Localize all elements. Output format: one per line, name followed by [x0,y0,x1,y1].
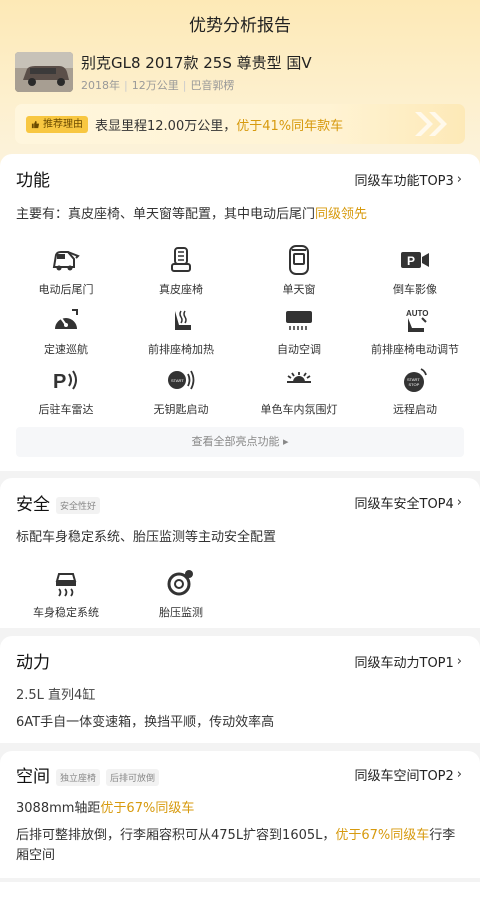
power-tailgate-icon [11,245,121,275]
feature-tire-pressure[interactable]: 胎压监测 [126,568,236,620]
feature-stability-control[interactable]: 车身稳定系统 [11,568,121,620]
safety-desc: 标配车身稳定系统、胎压监测等主动安全配置 [16,530,277,545]
see-all-features-button[interactable]: 查看全部亮点功能 ▸ [16,427,464,457]
svg-text:P: P [53,371,66,392]
space-trunk-cont: 厢空间 [16,848,56,863]
page-title: 优势分析报告 [189,16,291,36]
space-rank-link[interactable]: 同级车空间TOP2 › [355,765,463,784]
safety-badge: 安全性好 [56,496,101,514]
car-meta: 2018年 | 12万公里 | 巴音郭楞 [81,79,235,92]
car-location: 巴音郭楞 [190,79,235,92]
chevron-right-icon: › [456,495,462,510]
chevron-right-icon: › [456,654,462,669]
feature-reverse-camera[interactable]: P 倒车影像 [360,245,470,297]
recommend-text: 表显里程12.00万公里，优于41%同年款车 [95,119,344,134]
leather-seat-icon [126,245,236,275]
svg-text:START: START [171,378,184,383]
space-title: 空间 独立座椅 后排可放倒 [16,762,160,787]
triangle-right-icon: ▸ [282,435,289,448]
recommend-highlight: 优于41%同年款车 [236,119,344,134]
svg-text:AUTO: AUTO [406,309,429,318]
power-seat-icon: AUTO [360,305,470,335]
car-thumbnail[interactable] [15,52,73,92]
cruise-control-icon [11,305,121,335]
car-name: 别克GL8 2017款 25S 尊贵型 国V [81,54,312,72]
space-trunk: 后排可整排放倒，行李厢容积可从475L扩容到1605L，优于67%同级车行李 [16,828,456,843]
tire-pressure-icon [126,568,236,598]
feature-ambient-light[interactable]: 单色车内氛围灯 [244,365,354,417]
space-badge: 独立座椅 [56,768,101,786]
double-chevron-icon [415,112,447,136]
recommend-tag: 推荐理由 [26,116,88,133]
section-divider [0,878,480,882]
function-title: 功能 [16,171,50,191]
function-rank-link[interactable]: 同级车功能TOP3 › [355,170,463,189]
svg-text:P: P [407,254,415,268]
power-title: 动力 [16,653,50,673]
space-wheelbase: 3088mm轴距优于67%同级车 [16,801,195,816]
power-transmission: 6AT手自一体变速箱，换挡平顺，传动效率高 [16,715,275,730]
chevron-right-icon: › [456,767,462,782]
car-year: 2018年 [81,79,120,92]
auto-ac-icon [244,305,354,335]
stability-control-icon [11,568,121,598]
keyless-start-icon: START [126,365,236,395]
ambient-light-icon [244,365,354,395]
feature-sunroof[interactable]: 单天窗 [244,245,354,297]
power-rank-link[interactable]: 同级车动力TOP1 › [355,652,463,671]
feature-leather-seat[interactable]: 真皮座椅 [126,245,236,297]
feature-parking-radar[interactable]: P 后驻车雷达 [11,365,121,417]
thumbs-up-icon [31,120,40,129]
function-desc: 主要有：真皮座椅、单天窗等配置，其中电动后尾门同级领先 [16,207,368,222]
feature-seat-heating[interactable]: 前排座椅加热 [126,305,236,357]
sunroof-icon [244,245,354,275]
space-badge: 后排可放倒 [106,768,160,786]
feature-power-tailgate[interactable]: 电动后尾门 [11,245,121,297]
feature-cruise-control[interactable]: 定速巡航 [11,305,121,357]
power-engine: 2.5L 直列4缸 [16,688,96,703]
feature-auto-ac[interactable]: 自动空调 [244,305,354,357]
car-mileage: 12万公里 [131,79,179,92]
feature-power-seat[interactable]: AUTO 前排座椅电动调节 [360,305,470,357]
feature-keyless-start[interactable]: START 无钥匙启动 [126,365,236,417]
parking-radar-icon: P [11,365,121,395]
safety-title: 安全 安全性好 [16,490,101,515]
feature-remote-start[interactable]: START STOP 远程启动 [360,365,470,417]
chevron-right-icon: › [456,172,462,187]
reverse-camera-icon: P [360,245,470,275]
svg-text:STOP: STOP [409,382,420,387]
recommend-reason-box: 推荐理由 表显里程12.00万公里，优于41%同年款车 [15,104,465,144]
seat-heating-icon [126,305,236,335]
remote-start-icon: START STOP [360,365,470,395]
safety-rank-link[interactable]: 同级车安全TOP4 › [355,493,463,512]
